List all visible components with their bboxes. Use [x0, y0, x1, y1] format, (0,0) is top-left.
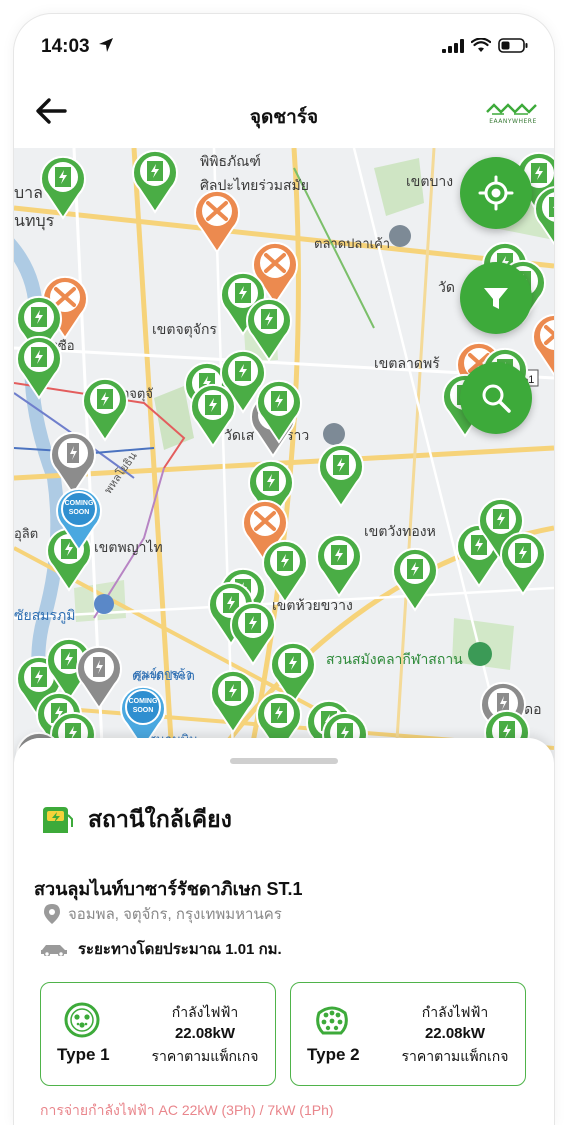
locate-icon [478, 175, 514, 211]
connector-info: กำลังไฟฟ้า 22.08kW ราคาตามแพ็กเกจ [391, 1001, 519, 1067]
nearby-stations-sheet: สถานีใกล้เคียง สวนลุมไนท์บาซาร์รัชดาภิเษ… [14, 738, 554, 1125]
brand-wordmark: EAANYWHERE [489, 118, 537, 125]
monument-icon [94, 594, 114, 614]
location-arrow-icon [98, 38, 113, 52]
search-button[interactable] [460, 362, 532, 434]
connector-card-type1[interactable]: Type 1 กำลังไฟฟ้า 22.08kW ราคาตามแพ็กเกจ [40, 982, 276, 1086]
power-value: 22.08kW [174, 1025, 236, 1042]
power-label: กำลังไฟฟ้า [421, 1004, 489, 1020]
ac-power-note: การจ่ายกำลังไฟฟ้า AC 22kW (3Ph) / 7kW (1… [40, 1102, 334, 1118]
filter-button[interactable] [460, 262, 532, 334]
map-label: พิพิธภัณฑ์ [200, 153, 261, 169]
map-label: อุลิต [14, 526, 38, 542]
service-pin[interactable] [530, 310, 554, 378]
coming-soon-pin[interactable]: COMING SOON [54, 484, 104, 552]
type1-plug-icon [64, 1002, 100, 1038]
sheet-handle[interactable] [230, 758, 338, 764]
battery-icon [498, 38, 528, 53]
map-label: ตลาดปลาเค้า [314, 236, 390, 251]
map-label: วัด [438, 279, 455, 295]
map-label: ซัยสมรภูมิ [14, 607, 75, 624]
price-label: ราคาตามแพ็กเกจ [151, 1048, 259, 1064]
ev-charger-pin[interactable] [316, 440, 366, 508]
price-label: ราคาตามแพ็กเกจ [401, 1048, 509, 1064]
map-label: ตลาดประต [132, 668, 195, 683]
wifi-icon [471, 38, 491, 52]
signal-icon [442, 38, 464, 53]
connector-card-type2[interactable]: Type 2 กำลังไฟฟ้า 22.08kW ราคาตามแพ็กเกจ [290, 982, 526, 1086]
ev-charger-pin[interactable] [254, 376, 304, 444]
map-label: เขตพญาไท [94, 539, 163, 555]
station-name[interactable]: สวนลุมไนท์บาซาร์รัชดาภิเษก ST.1 [34, 874, 303, 903]
ev-charger-pin[interactable] [390, 544, 440, 612]
map-label: เขตวังทองห [364, 523, 436, 539]
page-title: จุดชาร์จ [249, 107, 319, 128]
search-icon [482, 384, 511, 413]
coming-soon-text: COMING SOON [128, 698, 158, 714]
map-pin-icon [44, 904, 60, 924]
ev-charger-pin[interactable] [532, 182, 554, 250]
car-icon [41, 945, 67, 956]
coming-soon-text: COMING SOON [64, 500, 94, 516]
power-label: กำลังไฟฟ้า [171, 1004, 239, 1020]
ev-charger-pin[interactable] [208, 666, 258, 734]
service-pin[interactable] [192, 186, 242, 254]
status-bar: 14:03 [14, 14, 554, 70]
type2-plug-icon [316, 1006, 348, 1035]
map-label: เขตลาดพร้ [374, 355, 440, 371]
distance-row: ระยะทางโดยประมาณ 1.01 กม. [40, 937, 282, 961]
connector-type-label: Type 1 [57, 1045, 110, 1064]
ev-station-icon [43, 807, 73, 833]
distance-text: ระยะทางโดยประมาณ 1.01 กม. [78, 941, 282, 958]
ev-charger-pin[interactable] [188, 380, 238, 448]
phone-frame: 14:03 จุดชาร์จ EAANYWHERE พิพิธภัณฑ์ ศิล… [14, 14, 554, 1125]
ev-charger-pin[interactable] [314, 530, 364, 598]
ev-charger-pin[interactable] [14, 332, 64, 400]
sheet-title: สถานีใกล้เคียง [88, 806, 232, 832]
connector-info: กำลังไฟฟ้า 22.08kW ราคาตามแพ็กเกจ [141, 1001, 269, 1067]
locate-button[interactable] [460, 157, 532, 229]
ev-charger-pin[interactable] [38, 152, 88, 220]
charger-icon [549, 197, 554, 217]
status-time: 14:03 [41, 36, 114, 58]
map-label: เขตบาง [406, 173, 453, 189]
stadium-icon [468, 642, 492, 666]
map-label: สวนสมังคลากีฬาสถาน [326, 651, 463, 667]
brand-logo: EAANYWHERE [484, 100, 542, 128]
station-map[interactable]: พิพิธภัณฑ์ ศิลปะไทยร่วมสมัย เขตบาง บาล น… [14, 148, 554, 788]
filter-icon [484, 288, 508, 309]
sheet-header: สถานีใกล้เคียง [40, 802, 232, 838]
address-text: จอมพล, จตุจักร, กรุงเทพมหานคร [68, 906, 282, 923]
connector-type-label: Type 2 [307, 1045, 360, 1064]
map-label: เขตจตุจักร [152, 321, 217, 338]
nav-bar: จุดชาร์จ EAANYWHERE [14, 88, 554, 138]
ev-charger-pin[interactable] [130, 148, 180, 214]
temple-icon [389, 225, 411, 247]
ev-charger-pin[interactable] [498, 528, 548, 596]
status-icons [442, 38, 528, 53]
power-value: 22.08kW [424, 1025, 486, 1042]
station-address: จอมพล, จตุจักร, กรุงเทพมหานคร [44, 902, 282, 926]
